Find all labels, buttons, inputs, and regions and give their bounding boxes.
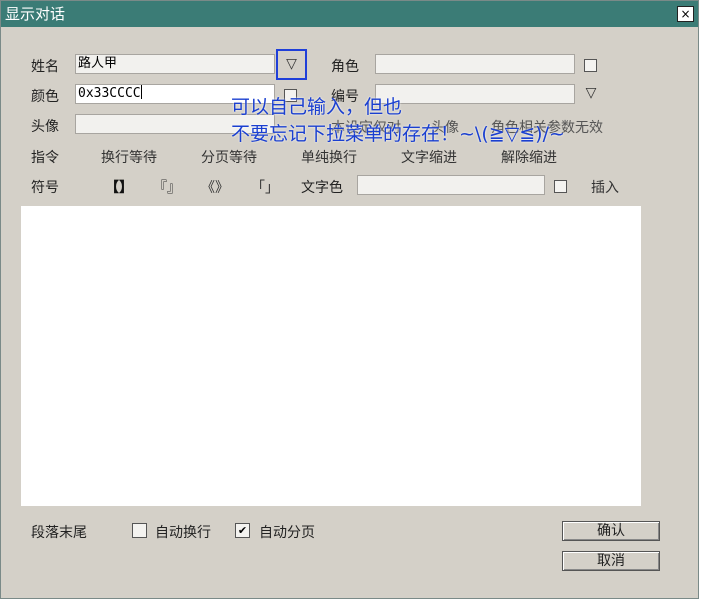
auto-newline-label: 自动换行 [155,525,211,541]
dialog-window: 显示对话 × 姓名 路人甲 ▽ 角色 颜色 0x33CCCC 编号 ▽ 头像 本… [0,0,699,599]
text-color-input[interactable] [357,175,545,195]
paragraph-end-label: 段落末尾 [31,525,87,541]
window-title: 显示对话 [5,5,66,23]
name-combobox-input[interactable]: 路人甲 [75,54,275,74]
cmd-plain-newline[interactable]: 单纯换行 [301,147,357,167]
color-value: 0x33CCCC [78,86,141,101]
name-label: 姓名 [31,59,59,75]
annotation-line-1: 可以自己输入，但也 [231,96,403,118]
cmd-wait-page[interactable]: 分页等待 [201,147,257,167]
avatar-label: 头像 [31,119,59,135]
dialog-text-area[interactable] [21,206,641,506]
auto-page-label: 自动分页 [259,525,315,541]
commands-label: 指令 [31,150,59,166]
title-bar: 显示对话 [1,1,698,27]
role-input[interactable] [375,54,575,74]
cmd-wait-newline[interactable]: 换行等待 [101,147,157,167]
auto-page-checkbox[interactable]: ✔ [235,523,250,538]
role-checkbox[interactable] [584,59,597,72]
text-color-checkbox[interactable] [554,180,567,193]
auto-newline-checkbox[interactable] [132,523,147,538]
text-caret [140,85,142,99]
name-dropdown-button[interactable]: ▽ [276,49,307,80]
symbol-lenticular-brackets[interactable]: 【】 [105,177,133,197]
cmd-indent[interactable]: 文字缩进 [401,147,457,167]
color-label: 颜色 [31,89,59,105]
symbols-label: 符号 [31,180,59,196]
close-icon[interactable]: × [677,6,694,22]
number-dropdown-button[interactable]: ▽ [581,84,601,104]
text-color-label: 文字色 [301,180,343,196]
symbol-white-corner-brackets[interactable]: 『』 [153,177,181,197]
cmd-unindent[interactable]: 解除缩进 [501,147,557,167]
role-label: 角色 [331,59,359,75]
symbol-double-angle-brackets[interactable]: 《》 [201,177,229,197]
number-input[interactable] [375,84,575,104]
annotation-line-2: 不要忘记下拉菜单的存在！~\(≧▽≦)/~ [231,123,565,145]
insert-button[interactable]: 插入 [591,177,619,197]
name-value: 路人甲 [78,56,118,71]
symbol-corner-brackets[interactable]: 「」 [251,177,279,197]
ok-button[interactable]: 确认 [562,521,660,541]
cancel-button[interactable]: 取消 [562,551,660,571]
